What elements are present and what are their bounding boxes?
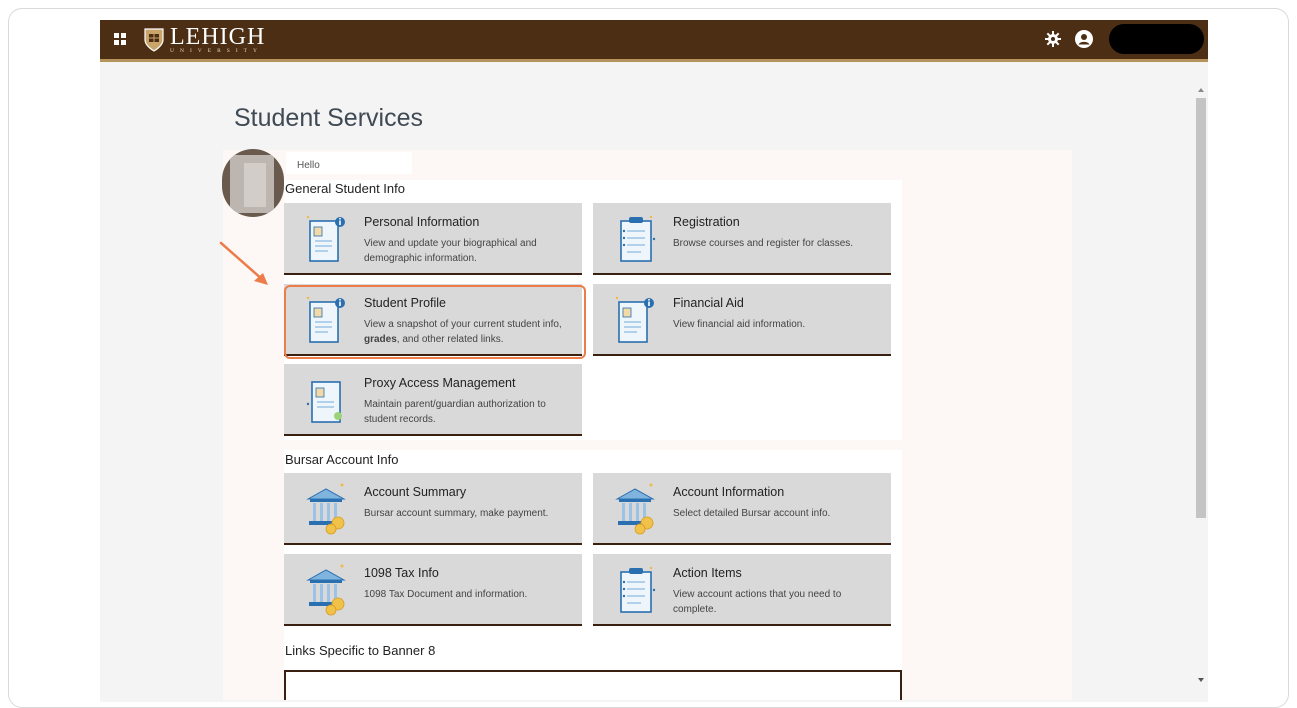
card-description: Select detailed Bursar account info. xyxy=(673,508,831,519)
clipboard-icon xyxy=(620,566,656,613)
card-proxy-access-management[interactable]: Proxy Access Management Maintain parent/… xyxy=(284,364,582,436)
card-description: View account actions that you need to co… xyxy=(673,589,842,615)
card-title: Action Items xyxy=(673,566,742,580)
pointer-arrow-icon xyxy=(219,241,268,285)
profile-document-icon xyxy=(306,215,345,262)
card-description: View financial aid information. xyxy=(673,319,806,330)
grid-menu-icon[interactable] xyxy=(114,33,126,45)
card-description: Browse courses and register for classes. xyxy=(673,238,854,249)
scroll-up-arrow-icon[interactable] xyxy=(1198,88,1204,92)
card-description: Maintain parent/guardian authorization t… xyxy=(364,399,546,425)
scroll-down-arrow-icon[interactable] xyxy=(1198,678,1204,682)
card-title: Account Information xyxy=(673,485,785,499)
user-icon[interactable] xyxy=(1074,29,1094,49)
shield-icon xyxy=(144,27,164,52)
card-personal-information[interactable]: Personal Information View and update you… xyxy=(284,203,582,275)
card-title: 1098 Tax Info xyxy=(364,566,439,580)
lehigh-logo[interactable]: LEHIGH UNIVERSITY xyxy=(144,24,265,55)
section-title-general: General Student Info xyxy=(285,181,405,196)
card-action-items[interactable]: Action Items View account actions that y… xyxy=(593,554,891,626)
page-title: Student Services xyxy=(234,104,423,132)
card-title: Proxy Access Management xyxy=(364,376,516,390)
section-title-bursar: Bursar Account Info xyxy=(285,452,399,467)
card-description: 1098 Tax Document and information. xyxy=(364,589,528,600)
bank-icon xyxy=(306,483,346,535)
proxy-document-icon xyxy=(306,381,342,423)
card-title: Account Summary xyxy=(364,485,467,499)
card-title: Personal Information xyxy=(364,215,480,229)
profile-document-icon xyxy=(615,296,654,343)
clipboard-icon xyxy=(620,215,656,262)
brand-name: LEHIGH xyxy=(170,23,266,50)
user-account-button[interactable] xyxy=(1109,24,1204,54)
card-1098-tax-info[interactable]: 1098 Tax Info 1098 Tax Document and info… xyxy=(284,554,582,626)
card-registration[interactable]: Registration Browse courses and register… xyxy=(593,203,891,275)
card-title: Registration xyxy=(673,215,740,229)
banner8-links-box xyxy=(284,670,902,700)
card-description: Bursar account summary, make payment. xyxy=(364,508,549,519)
gear-icon[interactable] xyxy=(1044,30,1062,48)
top-navigation-bar: LEHIGH UNIVERSITY xyxy=(100,20,1208,59)
scrollbar-thumb[interactable] xyxy=(1196,98,1206,518)
student-profile-highlight xyxy=(284,285,586,359)
card-account-summary[interactable]: Account Summary Bursar account summary, … xyxy=(284,473,582,545)
bank-icon xyxy=(615,483,655,535)
section-title-banner8: Links Specific to Banner 8 xyxy=(285,643,436,658)
card-financial-aid[interactable]: Financial Aid View financial aid informa… xyxy=(593,284,891,356)
avatar xyxy=(222,149,284,217)
card-description: View and update your biographical and de… xyxy=(364,238,537,264)
greeting-text: Hello xyxy=(297,160,320,171)
brand-subtitle: UNIVERSITY xyxy=(170,47,263,54)
bank-icon xyxy=(306,564,346,616)
card-account-information[interactable]: Account Information Select detailed Burs… xyxy=(593,473,891,545)
card-title: Financial Aid xyxy=(673,296,744,310)
